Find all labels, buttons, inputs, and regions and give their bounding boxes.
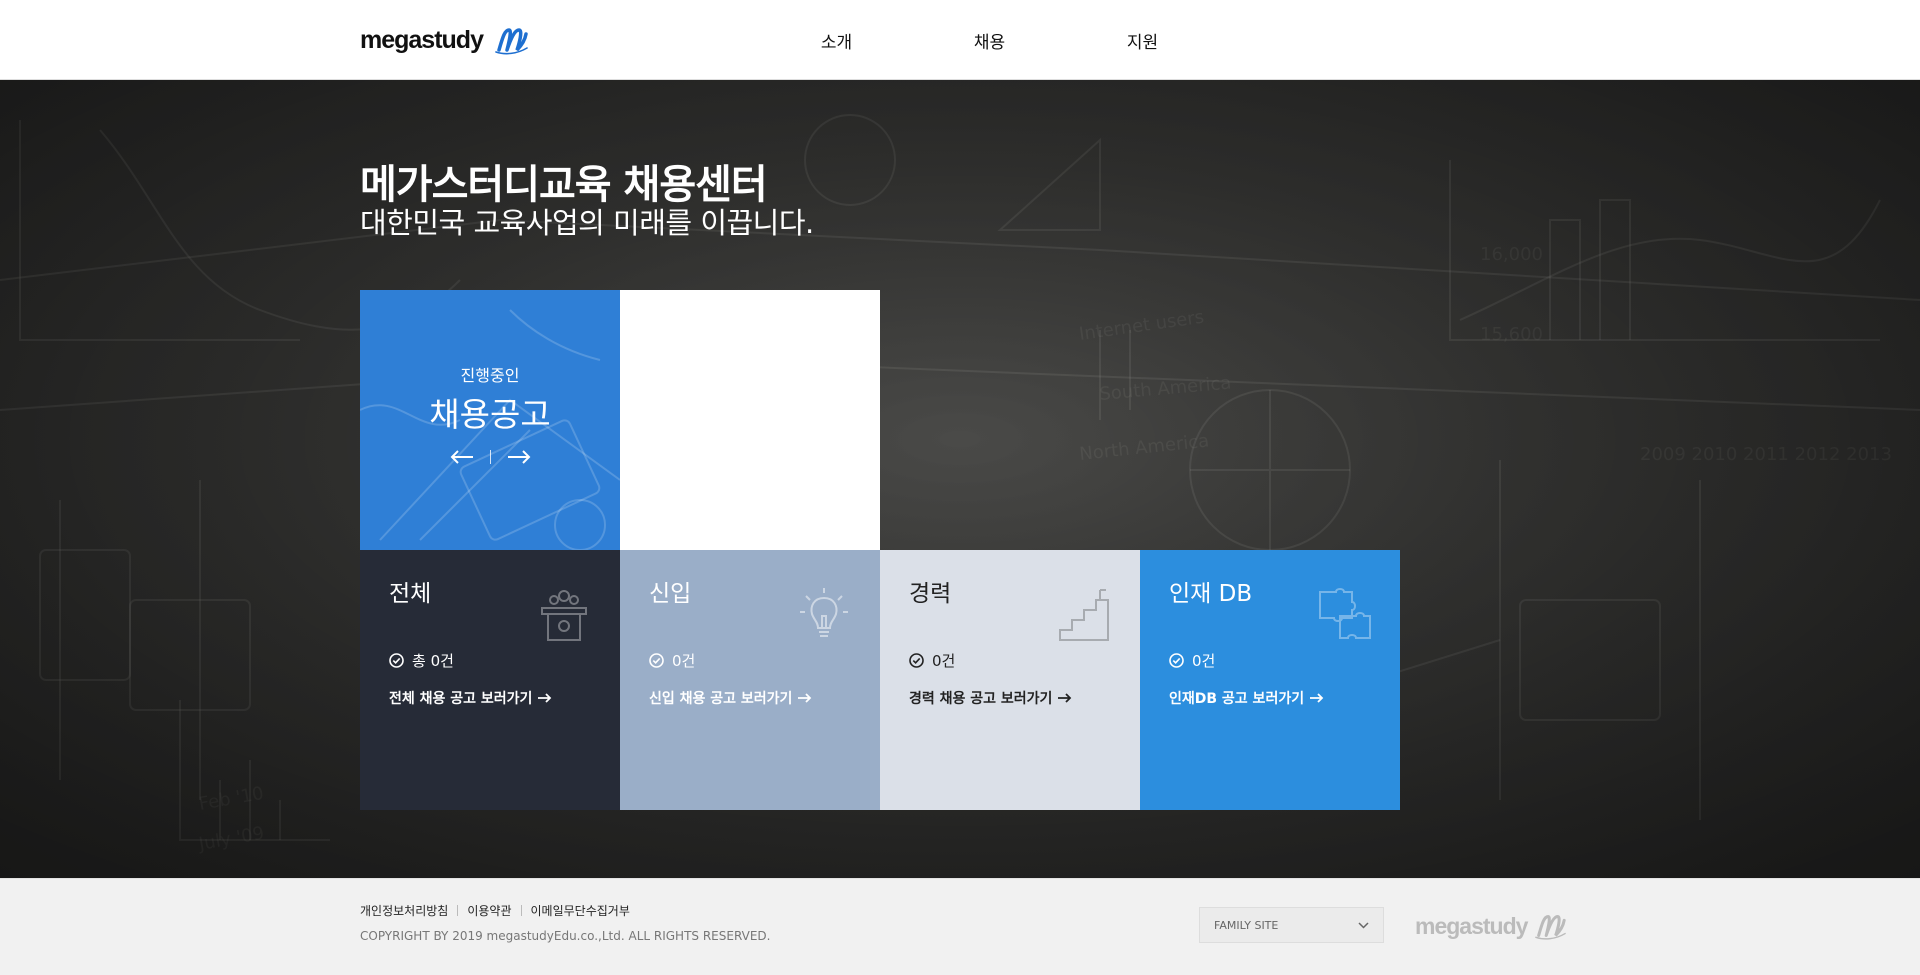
category-link[interactable]: 신입 채용 공고 보러가기 [649, 688, 812, 708]
category-link[interactable]: 인재DB 공고 보러가기 [1169, 688, 1324, 708]
footer-divider [520, 905, 522, 916]
category-count: 총 0건 [389, 650, 454, 671]
category-count: 0건 [1169, 650, 1215, 671]
copyright-text: COPYRIGHT BY 2019 megastudyEdu.co.,Ltd. … [360, 929, 771, 943]
footer-link-terms[interactable]: 이용약관 [467, 902, 511, 919]
pager-divider [489, 450, 491, 464]
category-tile-talent-db[interactable]: 인재 DB 0건 인재DB 공고 보러가기 [1140, 550, 1400, 810]
category-tile-experienced[interactable]: 경력 0건 경력 채용 공고 보러가기 [880, 550, 1140, 810]
site-footer: 개인정보처리방침 이용약관 이메일무단수집거부 COPYRIGHT BY 201… [0, 878, 1920, 975]
featured-subtitle: 진행중인 [460, 366, 520, 385]
prev-arrow-icon[interactable] [450, 450, 474, 464]
category-count: 0건 [649, 650, 695, 671]
category-count-text: 총 0건 [412, 652, 454, 670]
family-site-select[interactable]: FAMILY SITE [1199, 907, 1384, 943]
category-count-text: 0건 [1192, 652, 1216, 670]
check-circle-icon [389, 653, 404, 668]
arrow-right-icon [798, 693, 812, 703]
category-link-text: 인재DB 공고 보러가기 [1169, 691, 1305, 707]
check-circle-icon [909, 653, 924, 668]
arrow-right-icon [538, 693, 552, 703]
category-link[interactable]: 경력 채용 공고 보러가기 [909, 688, 1072, 708]
nav-item-apply[interactable]: 지원 [1066, 28, 1219, 53]
featured-job-tile: 진행중인 채용공고 [360, 290, 620, 550]
category-count-text: 0건 [932, 652, 956, 670]
puzzle-icon [1319, 588, 1371, 639]
category-link-text: 전체 채용 공고 보러가기 [389, 691, 533, 707]
logo-mark-icon [1535, 915, 1567, 940]
featured-title: 채용공고 [429, 395, 551, 434]
category-count-text: 0건 [672, 652, 696, 670]
next-arrow-icon[interactable] [507, 450, 531, 464]
category-tile-new[interactable]: 신입 0건 신입 채용 공고 보러가기 [620, 550, 880, 810]
main-nav: 소개 채용 지원 [760, 0, 1219, 80]
category-tile-all[interactable]: 전체 총 0건 전체 채용 공고 보러가기 [360, 550, 620, 810]
featured-pager [360, 450, 620, 464]
category-link-text: 신입 채용 공고 보러가기 [649, 691, 793, 707]
megastudy-logo[interactable]: megastudy [360, 20, 529, 60]
site-header: megastudy 소개 채용 지원 [0, 0, 1920, 80]
lightbulb-icon [800, 588, 848, 637]
logo-mark-icon [495, 28, 528, 55]
category-link-text: 경력 채용 공고 보러가기 [909, 691, 1053, 707]
job-slide-panel [620, 290, 880, 550]
chevron-down-icon [1358, 921, 1369, 929]
footer-logo-text: megastudy [1415, 912, 1528, 939]
category-count: 0건 [909, 650, 955, 671]
arrow-right-icon [1310, 693, 1324, 703]
podium-icon [541, 590, 587, 641]
category-title: 전체 [389, 581, 432, 607]
footer-link-email-policy[interactable]: 이메일무단수집거부 [531, 902, 630, 919]
family-site-label: FAMILY SITE [1214, 918, 1279, 932]
hero-subtitle: 대한민국 교육사업의 미래를 이끕니다. [360, 206, 814, 240]
check-circle-icon [1169, 653, 1184, 668]
category-link[interactable]: 전체 채용 공고 보러가기 [389, 688, 552, 708]
category-title: 인재 DB [1169, 581, 1253, 607]
nav-item-intro[interactable]: 소개 [760, 28, 913, 53]
check-circle-icon [649, 653, 664, 668]
category-title: 경력 [909, 581, 952, 607]
stairs-icon [1059, 589, 1109, 641]
nav-item-recruit[interactable]: 채용 [913, 28, 1066, 53]
category-title: 신입 [649, 581, 692, 607]
arrow-right-icon [1058, 693, 1072, 703]
logo-text: megastudy [360, 25, 484, 54]
footer-links: 개인정보처리방침 이용약관 이메일무단수집거부 [360, 902, 630, 919]
footer-divider [457, 905, 459, 916]
hero-section: Internet users South America North Ameri… [0, 80, 1920, 878]
footer-link-privacy[interactable]: 개인정보처리방침 [360, 902, 448, 919]
footer-logo: megastudy [1415, 909, 1567, 943]
